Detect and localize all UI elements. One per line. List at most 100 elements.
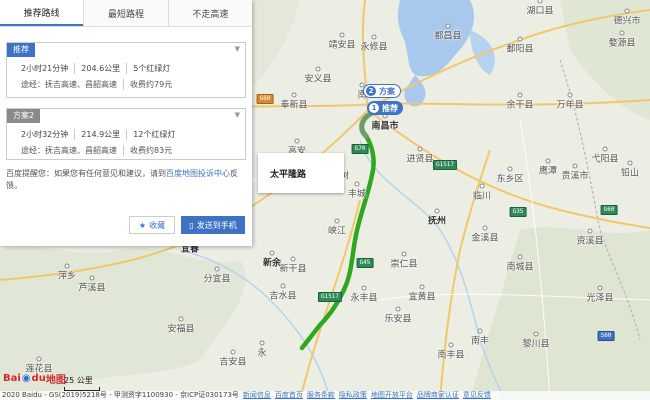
place-label[interactable]: 南丰县 <box>437 348 464 361</box>
place-label[interactable]: 弋阳县 <box>591 152 618 165</box>
plan-toll: 收费约79元 <box>130 80 173 89</box>
highway-shield: G1517 <box>317 292 343 302</box>
notice-text: 百度提醒您：如果您有任何意见和建议，请到 <box>6 169 166 178</box>
route-tabs: 推荐路线 最短路程 不走高速 <box>0 0 252 27</box>
place-label[interactable]: 铅山 <box>621 166 639 179</box>
highway-shield: G70 <box>351 144 369 154</box>
place-label[interactable]: 宜黄县 <box>408 290 435 303</box>
phone-icon: ▯ <box>189 220 194 230</box>
plan-via: 途经：抚吉高速、昌韶高速 收费约83元 <box>21 145 245 156</box>
place-label[interactable]: 新干县 <box>279 262 306 275</box>
plan-stats: 2小时21分钟 204.6公里 5个红绿灯 <box>21 63 245 74</box>
route-plan1-marker[interactable]: 1 推荐 <box>367 101 403 115</box>
place-label[interactable]: 永修县 <box>360 40 387 53</box>
route-plan-2[interactable]: 方案2 ▼ 2小时32分钟 214.9公里 12个红绿灯 途经：抚吉高速、昌韶高… <box>6 108 246 160</box>
place-label[interactable]: 抚州 <box>428 214 446 227</box>
place-label[interactable]: 新余 <box>263 256 281 269</box>
scale-bar: 25 公里 <box>64 375 100 391</box>
place-label[interactable]: 分宜县 <box>203 272 230 285</box>
plan2-marker-label: 方案 <box>379 86 395 96</box>
route-plan2-marker[interactable]: 2 方案 <box>363 84 401 98</box>
place-label[interactable]: 安义县 <box>304 72 331 85</box>
place-label[interactable]: 都昌县 <box>434 29 461 42</box>
footer-bar: 2020 Baidu - GS(2019)5218号 - 甲测资字1100930… <box>0 391 650 400</box>
plan1-marker-label: 推荐 <box>382 103 398 113</box>
logo-du: du <box>31 373 46 384</box>
plan-tag: 方案2 <box>7 109 41 123</box>
place-label[interactable]: 乐安县 <box>384 312 411 325</box>
place-label[interactable]: 永 <box>257 346 266 359</box>
place-label[interactable]: 丰城 <box>348 187 366 200</box>
place-label[interactable]: 南城县 <box>506 260 533 273</box>
place-label[interactable]: 永丰县 <box>350 291 377 304</box>
place-label[interactable]: 吉水县 <box>269 289 296 302</box>
place-label[interactable]: 资溪县 <box>576 234 603 247</box>
place-label[interactable]: 贵溪市 <box>561 169 588 182</box>
plan1-number: 1 <box>369 103 379 113</box>
plan2-number: 2 <box>366 86 376 96</box>
place-label[interactable]: 万年县 <box>556 98 583 111</box>
plan-distance: 204.6公里 <box>74 63 126 74</box>
footer-link[interactable]: 隐私政策 <box>339 391 367 399</box>
plan-toll: 收费约83元 <box>130 146 173 155</box>
footer-link[interactable]: 百度首页 <box>275 391 303 399</box>
place-label[interactable]: 靖安县 <box>328 38 355 51</box>
place-label[interactable]: 芦溪县 <box>78 281 105 294</box>
favorite-button[interactable]: ★ 收藏 <box>129 216 175 234</box>
send-label: 发送到手机 <box>196 220 237 230</box>
logo-bai: Bai <box>3 373 21 384</box>
road-name: 太平隆路 <box>270 169 307 180</box>
place-label[interactable]: 吉安县 <box>219 355 246 368</box>
send-to-phone-button[interactable]: ▯ 发送到手机 <box>181 216 245 234</box>
footer-link[interactable]: 地图开放平台 <box>371 391 413 399</box>
place-label[interactable]: 东乡区 <box>496 172 523 185</box>
copyright-text: 2020 Baidu - GS(2019)5218号 - 甲测资字1100930… <box>2 391 239 399</box>
plan-stats: 2小时32分钟 214.9公里 12个红绿灯 <box>21 129 245 140</box>
logo-ditu: 地图 <box>45 375 66 386</box>
place-label[interactable]: 德兴市 <box>613 14 640 27</box>
place-label[interactable]: 鄱阳县 <box>506 42 533 55</box>
place-label[interactable]: 奉新县 <box>280 98 307 111</box>
footer-link[interactable]: 品牌商家认证 <box>417 391 459 399</box>
highway-shield: G60 <box>600 205 618 215</box>
highway-shield: G45 <box>356 258 374 268</box>
footer-link[interactable]: 意见反馈 <box>463 391 491 399</box>
place-label[interactable]: 光泽县 <box>586 291 613 304</box>
tab-shortest[interactable]: 最短路程 <box>83 0 168 26</box>
baidu-map-logo[interactable]: Bai ◉ du 地图 <box>3 371 66 386</box>
favorite-label: 收藏 <box>149 220 166 230</box>
footer-link[interactable]: 新闻信息 <box>243 391 271 399</box>
place-label[interactable]: 萍乡 <box>58 269 76 282</box>
route-plan-1[interactable]: 推荐 ▼ 2小时21分钟 204.6公里 5个红绿灯 途经：抚吉高速、昌韶高速 … <box>6 42 246 98</box>
plan-traffic-lights: 12个红绿灯 <box>126 129 181 140</box>
place-label[interactable]: 南丰 <box>471 334 489 347</box>
footer-link[interactable]: 服务条款 <box>307 391 335 399</box>
place-label[interactable]: 鹰潭 <box>539 164 557 177</box>
place-label[interactable]: 临川 <box>473 189 491 202</box>
plan-via: 途经：抚吉高速、昌韶高速 收费约79元 <box>21 79 245 90</box>
chevron-down-icon[interactable]: ▼ <box>235 111 240 119</box>
place-label[interactable]: 崇仁县 <box>390 257 417 270</box>
place-label[interactable]: 湖口县 <box>526 4 553 17</box>
place-label[interactable]: 黎川县 <box>522 337 549 350</box>
place-label[interactable]: 金溪县 <box>471 231 498 244</box>
plan-traffic-lights: 5个红绿灯 <box>126 63 176 74</box>
highway-shield: S60 <box>597 331 615 341</box>
star-icon: ★ <box>138 220 147 230</box>
place-label[interactable]: 余干县 <box>506 98 533 111</box>
highway-shield: G60 <box>256 94 274 104</box>
complaint-center-link[interactable]: 百度地图投诉中心 <box>166 169 230 178</box>
place-label[interactable]: 安福县 <box>167 322 194 335</box>
chevron-down-icon[interactable]: ▼ <box>235 45 240 53</box>
paw-icon: ◉ <box>21 373 31 384</box>
highway-shield: G1517 <box>432 160 458 170</box>
place-label[interactable]: 婺源县 <box>608 36 635 49</box>
plan-duration: 2小时21分钟 <box>21 64 69 73</box>
place-label[interactable]: 峡江 <box>328 224 346 237</box>
tab-recommended[interactable]: 推荐路线 <box>0 0 84 26</box>
tab-no-highway[interactable]: 不走高速 <box>167 0 252 26</box>
place-label[interactable]: 进贤县 <box>406 152 433 165</box>
place-label[interactable]: 南昌市 <box>371 119 398 132</box>
route-panel: 推荐路线 最短路程 不走高速 推荐 ▼ 2小时21分钟 204.6公里 5个红绿… <box>0 0 252 246</box>
plan-tag: 推荐 <box>7 43 35 57</box>
